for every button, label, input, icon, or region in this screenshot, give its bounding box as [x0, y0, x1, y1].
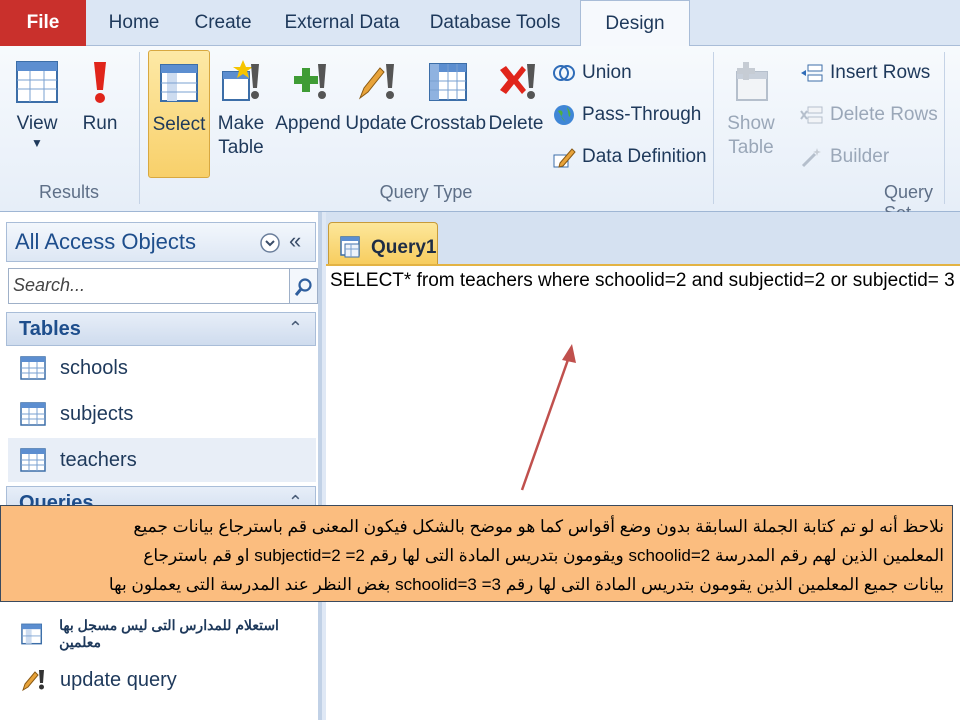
union-button[interactable]: Union: [552, 56, 632, 90]
insert-rows-button[interactable]: Insert Rows: [800, 56, 930, 90]
group-separator: [944, 52, 945, 204]
pass-through-button[interactable]: Pass-Through: [552, 98, 701, 132]
tab-home[interactable]: Home: [92, 0, 176, 46]
sql-editor[interactable]: SELECT* from teachers where schoolid=2 a…: [326, 264, 960, 720]
update-query-icon: [22, 670, 44, 692]
crosstab-icon: [429, 63, 467, 101]
tab-create[interactable]: Create: [180, 0, 266, 46]
datasheet-view-icon: [16, 61, 58, 103]
nav-item-subjects[interactable]: subjects: [8, 392, 316, 436]
callout-line-1: نلاحظ أنه لو تم كتابة الجملة السابقة بدو…: [133, 517, 944, 536]
delete-label: Delete: [488, 113, 544, 134]
query-tab-label: Query1: [371, 237, 437, 258]
make-table-button[interactable]: Make Table: [214, 50, 268, 178]
tables-section-label: Tables: [19, 318, 81, 340]
ribbon-tab-bar: File Home Create External Data Database …: [0, 0, 960, 47]
tables-section-header[interactable]: Tables ⌃: [6, 312, 316, 346]
make-table-icon: [222, 60, 259, 101]
document-area: Query1 SELECT* from teachers where schoo…: [326, 212, 960, 720]
nav-item-label: استعلام للمدارس التى ليس مسجل بها معلمين: [59, 617, 279, 650]
nav-item-schools[interactable]: schools: [8, 346, 316, 390]
sql-text: SELECT* from teachers where schoolid=2 a…: [330, 270, 955, 291]
nav-item-label: update query: [60, 668, 177, 691]
delete-rows-icon: [800, 106, 823, 124]
nav-item-query-schools-without-teachers[interactable]: استعلام للمدارس التى ليس مسجل بها معلمين: [8, 612, 316, 656]
show-table-icon: [736, 62, 768, 101]
search-icon: [294, 278, 312, 296]
table-icon: [20, 402, 46, 426]
insert-rows-label: Insert Rows: [830, 62, 931, 83]
view-button[interactable]: View ▼: [6, 50, 68, 178]
data-definition-icon: [553, 148, 576, 168]
append-plus-icon: [294, 64, 326, 99]
append-button[interactable]: Append: [274, 50, 342, 178]
globe-icon: [554, 105, 574, 125]
exclamation-icon: [94, 62, 106, 103]
nav-item-label: subjects: [60, 402, 134, 425]
run-label: Run: [82, 113, 118, 134]
insert-rows-icon: [801, 64, 823, 82]
delete-x-icon: [500, 64, 535, 99]
crosstab-label: Crosstab: [410, 113, 487, 134]
nav-item-label: teachers: [60, 448, 137, 471]
show-table-button[interactable]: Show Table: [722, 50, 780, 178]
data-definition-label: Data Definition: [582, 146, 707, 167]
update-pencil-icon: [358, 64, 394, 100]
search-input[interactable]: Search...: [8, 268, 290, 304]
chevron-up-icon: ⌃: [287, 318, 303, 338]
append-label: Append: [275, 113, 341, 134]
builder-button[interactable]: Builder: [800, 140, 889, 174]
builder-wand-icon: [801, 148, 821, 168]
delete-rows-label: Delete Rows: [830, 104, 938, 125]
select-label: Select: [152, 114, 206, 135]
view-label: View: [16, 113, 58, 134]
select-query-icon: [160, 64, 198, 102]
collapse-pane-icon[interactable]: «: [289, 228, 301, 254]
nav-pane-title: All Access Objects: [15, 229, 196, 254]
table-icon: [20, 356, 46, 380]
results-group-label: Results: [38, 182, 100, 202]
tab-file[interactable]: File: [0, 0, 86, 46]
nav-item-label: schools: [60, 356, 128, 379]
dropdown-circle-icon[interactable]: [259, 232, 281, 254]
delete-rows-button[interactable]: Delete Rows: [800, 98, 938, 132]
update-button[interactable]: Update: [344, 50, 408, 178]
tab-design[interactable]: Design: [580, 0, 690, 47]
tab-external-data[interactable]: External Data: [270, 0, 414, 46]
table-label: Table: [218, 137, 264, 158]
nav-item-update-query[interactable]: update query: [8, 658, 316, 702]
builder-label: Builder: [830, 146, 890, 167]
make-label: Make: [217, 113, 265, 134]
query-icon: [21, 623, 43, 645]
pass-through-label: Pass-Through: [582, 104, 702, 125]
select-query-button[interactable]: Select: [148, 50, 210, 178]
search-button[interactable]: [290, 268, 318, 304]
data-definition-button[interactable]: Data Definition: [552, 140, 707, 174]
show-label: Show: [727, 113, 775, 134]
delete-button[interactable]: Delete: [488, 50, 544, 178]
table-label: Table: [728, 137, 774, 158]
callout-line-3: بيانات جميع المعلمين الذين يقومون بتدريس…: [108, 575, 944, 594]
callout-line-2: المعلمين الذين لهم رقم المدرسة schoolid=…: [143, 546, 944, 565]
explanation-callout: نلاحظ أنه لو تم كتابة الجملة السابقة بدو…: [0, 505, 953, 602]
sql-view-icon: [340, 236, 360, 258]
group-separator: [713, 52, 714, 204]
tab-database-tools[interactable]: Database Tools: [416, 0, 574, 46]
navigation-pane: All Access Objects « Search... Tables ⌃ …: [0, 212, 322, 720]
navigation-pane-header[interactable]: All Access Objects «: [6, 222, 316, 262]
crosstab-button[interactable]: Crosstab: [410, 50, 486, 178]
union-label: Union: [582, 62, 632, 83]
nav-item-teachers[interactable]: teachers: [8, 438, 316, 482]
chevron-down-icon: ▼: [31, 136, 43, 150]
union-rings-icon: [553, 65, 575, 81]
tab-query1[interactable]: Query1: [328, 222, 438, 270]
update-label: Update: [345, 113, 407, 134]
query-type-group-label: Query Type: [379, 182, 473, 202]
table-icon: [20, 448, 46, 472]
run-button[interactable]: Run: [72, 50, 128, 178]
ribbon: View ▼ Run Results Select Make Table App…: [0, 46, 960, 223]
